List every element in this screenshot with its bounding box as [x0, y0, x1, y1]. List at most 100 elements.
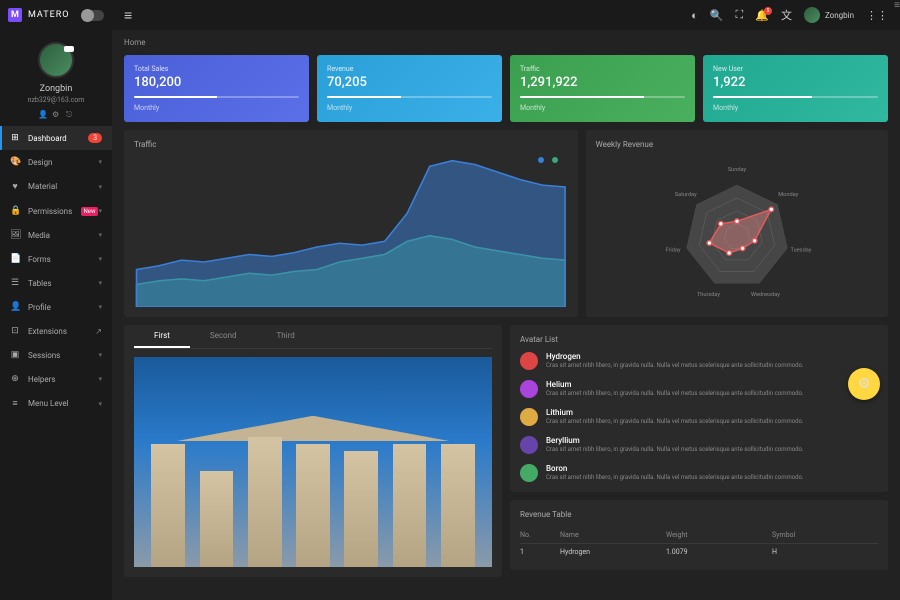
stat-bar [520, 96, 685, 98]
sidebar-item-material[interactable]: ♥Material▾ [0, 174, 112, 199]
th: Symbol [772, 531, 878, 539]
avatar-icon [520, 380, 538, 398]
avatar-icon [520, 464, 538, 482]
more-icon[interactable]: ⋮⋮ [866, 9, 888, 22]
sidebar: M MATERO Zongbin nzb329@163.com 👤 ⚙ ⎋ ⊞D… [0, 0, 112, 600]
translate-icon[interactable]: 文 [781, 7, 792, 23]
item-desc: Cras sit amet nibh libero, in gravida nu… [546, 390, 804, 397]
list-item[interactable]: HydrogenCras sit amet nibh libero, in gr… [520, 352, 878, 370]
chevron-down-icon: ▾ [98, 375, 102, 383]
content: Home Total Sales 180,200 Monthly Revenue 70,… [112, 30, 900, 600]
th: No. [520, 531, 560, 539]
profile-icon-user[interactable]: 👤 [38, 110, 46, 118]
sidebar-item-tables[interactable]: ☰Tables▾ [0, 271, 112, 295]
nav-label: Extensions [28, 327, 95, 336]
nav-icon: 🎨 [10, 157, 20, 167]
brand-name: MATERO [28, 10, 69, 20]
svg-text:Tuesday: Tuesday [790, 247, 811, 253]
stat-bar [327, 96, 492, 98]
stat-value: 1,291,922 [520, 75, 685, 90]
avatar-icon [520, 436, 538, 454]
fullscreen-icon[interactable]: ⛶ [736, 8, 744, 22]
chevron-down-icon: ▾ [98, 158, 102, 166]
avatar-list-card: Avatar List HydrogenCras sit amet nibh l… [510, 325, 888, 492]
nav-icon: ♥ [10, 181, 20, 192]
stat-label: Revenue [327, 65, 492, 73]
stat-value: 180,200 [134, 75, 299, 90]
stats-row: Total Sales180,200MonthlyRevenue70,205Mo… [124, 55, 888, 122]
stat-card-3: New User1,922Monthly [703, 55, 888, 122]
stat-period: Monthly [134, 104, 299, 112]
svg-text:Thursday: Thursday [697, 292, 720, 298]
external-icon: ↗ [95, 327, 102, 336]
stat-label: Traffic [520, 65, 685, 73]
sidebar-item-design[interactable]: 🎨Design▾ [0, 150, 112, 174]
nav-label: Media [28, 231, 98, 240]
item-name: Beryllium [546, 436, 804, 445]
tab-image [134, 357, 492, 567]
topbar: ≡ ◐ 🔍 ⛶ 🔔5 文 Zongbin ⋮⋮ [112, 0, 900, 30]
profile-actions: 👤 ⚙ ⎋ [38, 110, 74, 118]
td: 1 [520, 548, 560, 556]
avatar-icon [520, 352, 538, 370]
profile-icon-logout[interactable]: ⎋ [66, 110, 74, 118]
chevron-down-icon: ▾ [98, 207, 102, 215]
nav-label: Sessions [28, 351, 98, 360]
chevron-down-icon: ▾ [98, 351, 102, 359]
nav-icon: 👤 [10, 302, 20, 312]
stat-value: 70,205 [327, 75, 492, 90]
avatar-list: HydrogenCras sit amet nibh libero, in gr… [520, 352, 878, 482]
nav-icon: 📄 [10, 254, 20, 264]
github-icon[interactable]: ◐ [691, 9, 698, 22]
item-desc: Cras sit amet nibh libero, in gravida nu… [546, 446, 804, 453]
stat-label: Total Sales [134, 65, 299, 73]
sidebar-item-media[interactable]: 🖼Media▾ [0, 223, 112, 247]
sidebar-toggle[interactable] [82, 10, 104, 21]
table-body: 1Hydrogen1.0079H [520, 544, 878, 560]
sidebar-item-helpers[interactable]: ⊕Helpers▾ [0, 367, 112, 391]
chevron-down-icon: ▾ [98, 303, 102, 311]
profile-block: Zongbin nzb329@163.com 👤 ⚙ ⎋ [0, 30, 112, 126]
list-item[interactable]: LithiumCras sit amet nibh libero, in gra… [520, 408, 878, 426]
td: 1.0079 [666, 548, 772, 556]
stat-bar [713, 96, 878, 98]
chevron-down-icon: ▾ [98, 400, 102, 408]
chevron-down-icon: ▾ [98, 255, 102, 263]
sidebar-item-dashboard[interactable]: ⊞Dashboard3 [0, 126, 112, 150]
profile-icon-settings[interactable]: ⚙ [52, 110, 60, 118]
sidebar-item-sessions[interactable]: ▣ Sessions▾ [0, 343, 112, 367]
menu-icon[interactable]: ≡ [124, 7, 132, 24]
sidebar-item-profile[interactable]: 👤Profile▾ [0, 295, 112, 319]
sidebar-item-forms[interactable]: 📄Forms▾ [0, 247, 112, 271]
table-row[interactable]: 1Hydrogen1.0079H [520, 544, 878, 560]
traffic-title: Traffic [134, 140, 568, 149]
svg-text:Saturday: Saturday [674, 192, 696, 198]
user-chip[interactable]: Zongbin [804, 7, 854, 23]
list-item[interactable]: BoronCras sit amet nibh libero, in gravi… [520, 464, 878, 482]
breadcrumb: Home [124, 30, 888, 55]
sidebar-item-extensions[interactable]: ⊡ Extensions↗ [0, 319, 112, 343]
sidebar-item-permissions[interactable]: 🔒PermissionsNew▾ [0, 199, 112, 223]
item-name: Boron [546, 464, 804, 473]
notifications-icon[interactable]: 🔔5 [755, 9, 769, 22]
item-desc: Cras sit amet nibh libero, in gravida nu… [546, 362, 804, 369]
profile-email: nzb329@163.com [28, 96, 85, 104]
list-item[interactable]: HeliumCras sit amet nibh libero, in grav… [520, 380, 878, 398]
nav-icon: ⊡ [10, 326, 20, 336]
nav-label: Tables [28, 279, 98, 288]
search-icon[interactable]: 🔍 [710, 9, 724, 22]
tab-third[interactable]: Third [257, 325, 315, 348]
tab-first[interactable]: First [134, 325, 190, 348]
th: Name [560, 531, 666, 539]
tab-second[interactable]: Second [190, 325, 257, 348]
brand-logo: M [8, 8, 22, 22]
stat-card-2: Traffic1,291,922Monthly [510, 55, 695, 122]
nav-icon: ▣ [10, 350, 20, 360]
list-item[interactable]: BerylliumCras sit amet nibh libero, in g… [520, 436, 878, 454]
avatar[interactable] [38, 42, 74, 78]
stat-value: 1,922 [713, 75, 878, 90]
sidebar-item-menu-level[interactable]: ≡Menu Level▾ [0, 391, 112, 416]
fab-settings[interactable]: ⚙ [848, 368, 880, 400]
nav-icon: 🖼 [10, 230, 20, 240]
nav-list: ⊞Dashboard3🎨Design▾♥Material▾🔒Permission… [0, 126, 112, 600]
